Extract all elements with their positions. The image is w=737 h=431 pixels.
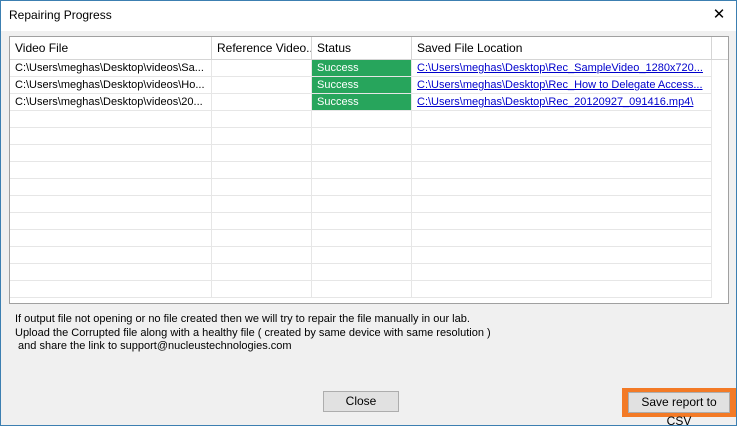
empty-cell: [212, 264, 312, 281]
empty-row: [10, 145, 728, 162]
empty-cell: [312, 247, 412, 264]
empty-cell: [212, 213, 312, 230]
empty-cell: [212, 145, 312, 162]
empty-cell: [10, 247, 212, 264]
empty-cell: [412, 264, 712, 281]
empty-cell: [412, 111, 712, 128]
empty-cell: [10, 179, 212, 196]
help-message: If output file not opening or no file cr…: [15, 313, 491, 354]
empty-cell: [412, 247, 712, 264]
title-bar: Repairing Progress ✕: [1, 1, 736, 31]
empty-cell: [212, 230, 312, 247]
empty-row: [10, 281, 728, 298]
empty-cell: [10, 281, 212, 298]
empty-cell: [312, 111, 412, 128]
empty-cell: [212, 111, 312, 128]
empty-row: [10, 111, 728, 128]
empty-cell: [412, 179, 712, 196]
reference-video-cell: [212, 60, 312, 77]
reference-video-cell: [212, 94, 312, 111]
empty-cell: [212, 247, 312, 264]
empty-cell: [312, 213, 412, 230]
table-row[interactable]: C:\Users\meghas\Desktop\videos\Sa... Suc…: [10, 60, 728, 77]
empty-row: [10, 230, 728, 247]
empty-cell: [312, 230, 412, 247]
saved-file-link[interactable]: C:\Users\meghas\Desktop\Rec_How to Deleg…: [412, 77, 712, 94]
window-title: Repairing Progress: [9, 8, 112, 22]
status-badge: Success: [312, 77, 412, 94]
empty-cell: [10, 162, 212, 179]
grid-header: Video File Reference Video... Status Sav…: [10, 37, 728, 60]
empty-cell: [412, 230, 712, 247]
empty-cell: [412, 196, 712, 213]
empty-cell: [412, 128, 712, 145]
empty-row: [10, 179, 728, 196]
empty-cell: [10, 145, 212, 162]
empty-cell: [312, 162, 412, 179]
empty-cell: [412, 281, 712, 298]
empty-cell: [10, 196, 212, 213]
reference-video-cell: [212, 77, 312, 94]
video-file-cell: C:\Users\meghas\Desktop\videos\20...: [10, 94, 212, 111]
help-message-line: and share the link to support@nucleustec…: [15, 340, 292, 352]
empty-cell: [10, 213, 212, 230]
column-header-reference-video[interactable]: Reference Video...: [212, 37, 312, 59]
help-message-line: Upload the Corrupted file along with a h…: [15, 326, 491, 339]
empty-cell: [212, 196, 312, 213]
close-button[interactable]: Close: [323, 391, 399, 412]
status-badge: Success: [312, 60, 412, 77]
empty-row: [10, 128, 728, 145]
empty-cell: [312, 264, 412, 281]
table-row[interactable]: C:\Users\meghas\Desktop\videos\20... Suc…: [10, 94, 728, 111]
saved-file-link[interactable]: C:\Users\meghas\Desktop\Rec_SampleVideo_…: [412, 60, 712, 77]
empty-row: [10, 196, 728, 213]
empty-cell: [312, 196, 412, 213]
empty-cell: [412, 213, 712, 230]
empty-row: [10, 264, 728, 281]
column-header-filler: [712, 37, 728, 59]
empty-row: [10, 247, 728, 264]
status-badge: Success: [312, 94, 412, 111]
results-grid: Video File Reference Video... Status Sav…: [9, 36, 729, 304]
empty-cell: [212, 128, 312, 145]
empty-cell: [312, 145, 412, 162]
empty-cell: [10, 264, 212, 281]
save-report-highlight: Save report to CSV: [622, 388, 736, 428]
empty-cell: [412, 162, 712, 179]
column-header-saved-file-location[interactable]: Saved File Location: [412, 37, 712, 59]
column-header-video-file[interactable]: Video File: [10, 37, 212, 59]
video-file-cell: C:\Users\meghas\Desktop\videos\Ho...: [10, 77, 212, 94]
video-file-cell: C:\Users\meghas\Desktop\videos\Sa...: [10, 60, 212, 77]
empty-cell: [10, 230, 212, 247]
empty-row: [10, 162, 728, 179]
empty-cell: [312, 281, 412, 298]
close-window-icon[interactable]: ✕: [708, 4, 730, 26]
table-row[interactable]: C:\Users\meghas\Desktop\videos\Ho... Suc…: [10, 77, 728, 94]
saved-file-link[interactable]: C:\Users\meghas\Desktop\Rec_20120927_091…: [412, 94, 712, 111]
empty-cell: [212, 162, 312, 179]
empty-cell: [212, 281, 312, 298]
save-report-csv-button[interactable]: Save report to CSV: [628, 392, 730, 428]
column-header-status[interactable]: Status: [312, 37, 412, 59]
empty-cell: [412, 145, 712, 162]
empty-cell: [10, 128, 212, 145]
empty-cell: [312, 179, 412, 196]
help-message-line: If output file not opening or no file cr…: [15, 313, 470, 325]
empty-row: [10, 213, 728, 230]
empty-cell: [10, 111, 212, 128]
repairing-progress-dialog: Repairing Progress ✕ Video File Referenc…: [0, 0, 737, 428]
empty-cell: [312, 128, 412, 145]
empty-cell: [212, 179, 312, 196]
